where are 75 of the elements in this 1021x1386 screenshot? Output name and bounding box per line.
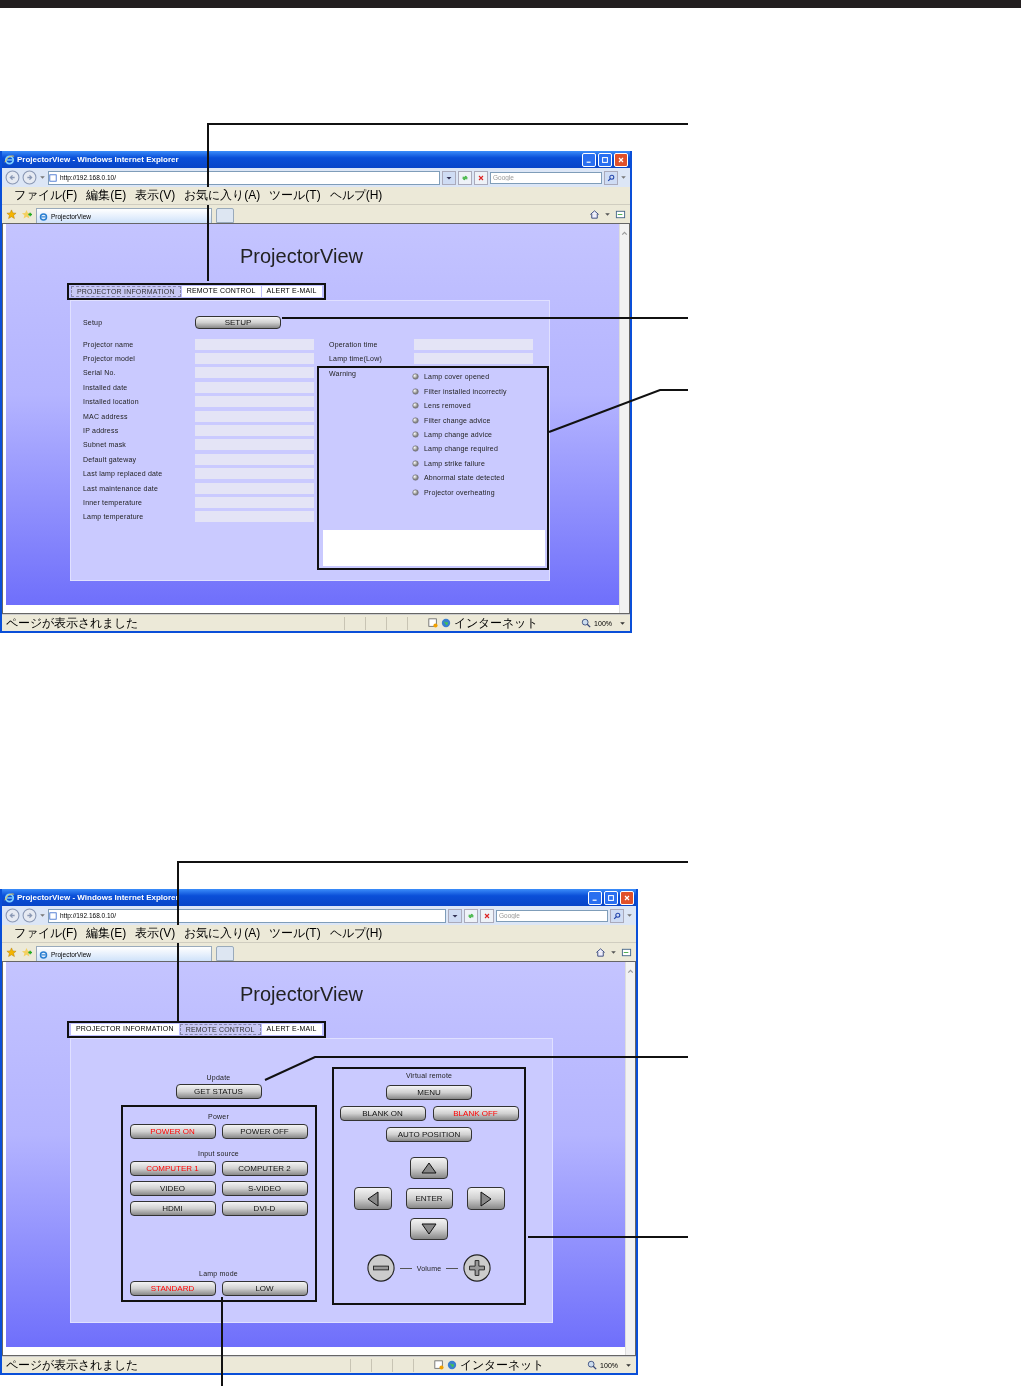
zone-text: インターネット: [460, 1356, 545, 1374]
browser-logo-icon: [4, 154, 15, 165]
triangle-right-icon[interactable]: [478, 1190, 493, 1207]
triangle-up-icon[interactable]: [419, 1162, 439, 1174]
forward-button[interactable]: [22, 170, 37, 185]
page-tools-icon[interactable]: [615, 209, 626, 220]
setup-button[interactable]: SETUP: [195, 315, 281, 329]
browser-logo-icon: [39, 949, 48, 959]
add-favorite-icon[interactable]: [21, 209, 32, 220]
browser-logo-icon: [4, 892, 15, 903]
star-icon[interactable]: [6, 209, 17, 220]
add-favorite-icon[interactable]: [21, 947, 32, 958]
down-arrow-button[interactable]: [410, 1218, 448, 1240]
menu-item[interactable]: 表示(V): [135, 187, 176, 204]
remote-button[interactable]: AUTO POSITION: [386, 1127, 472, 1142]
page-title: ProjectorView: [240, 983, 365, 1007]
zoom-icon[interactable]: [587, 1360, 598, 1370]
scrollbar[interactable]: [625, 962, 635, 1355]
page-icon: [49, 911, 57, 920]
forward-button[interactable]: [22, 908, 37, 923]
menu-item[interactable]: 編集(E): [86, 187, 127, 204]
remote-button[interactable]: MENU: [386, 1085, 472, 1100]
page-title: ProjectorView: [240, 245, 365, 269]
zone-text: インターネット: [454, 614, 539, 632]
zoom-icon[interactable]: [581, 618, 592, 628]
caret-icon[interactable]: [610, 949, 617, 956]
caret-icon[interactable]: [619, 619, 626, 627]
star-icon[interactable]: [6, 947, 17, 958]
scroll-up-icon[interactable]: [626, 967, 635, 976]
warning-icon[interactable]: [428, 618, 439, 628]
window-title: ProjectorView - Windows Internet Explorer: [17, 893, 180, 902]
menu-item[interactable]: お気に入り(A): [184, 925, 261, 942]
volume-up-button[interactable]: [463, 1254, 492, 1282]
input-button[interactable]: S-VIDEO: [221, 1181, 308, 1196]
volume-down-button[interactable]: [366, 1254, 395, 1282]
menu-item[interactable]: ファイル(F): [14, 187, 78, 204]
lamp-mode-button[interactable]: LOW: [221, 1281, 308, 1296]
input-button[interactable]: HDMI: [129, 1201, 216, 1216]
enter-button[interactable]: ENTER: [405, 1188, 453, 1209]
page-tools-icon[interactable]: [621, 947, 632, 958]
back-button[interactable]: [5, 170, 20, 185]
globe-icon: [441, 618, 452, 628]
scroll-up-icon[interactable]: [620, 229, 629, 238]
warning-icon[interactable]: [434, 1360, 445, 1370]
status-text: ページが表示されました: [6, 1356, 138, 1374]
input-button[interactable]: COMPUTER 2: [221, 1161, 308, 1176]
input-button[interactable]: DVI-D: [221, 1201, 308, 1216]
up-arrow-button[interactable]: [410, 1157, 448, 1179]
triangle-left-icon[interactable]: [365, 1190, 380, 1207]
menu-item[interactable]: お気に入り(A): [184, 187, 261, 204]
status-text: ページが表示されました: [6, 614, 138, 632]
get-status-button[interactable]: GET STATUS: [175, 1084, 262, 1099]
power-button[interactable]: POWER OFF: [221, 1124, 308, 1139]
scrollbar[interactable]: [619, 224, 629, 613]
menu-item[interactable]: ヘルプ(H): [329, 187, 383, 204]
home-icon[interactable]: [589, 209, 600, 220]
menu-item[interactable]: ヘルプ(H): [329, 925, 383, 942]
caret-icon[interactable]: [604, 211, 611, 218]
menu-item[interactable]: ファイル(F): [14, 925, 78, 942]
page-icon: [49, 173, 57, 182]
menu-item[interactable]: 表示(V): [135, 925, 176, 942]
input-button[interactable]: VIDEO: [129, 1181, 216, 1196]
left-arrow-button[interactable]: [353, 1187, 392, 1210]
caret-icon[interactable]: [625, 1361, 632, 1369]
triangle-down-icon[interactable]: [419, 1223, 439, 1235]
remote-button[interactable]: BLANK ON: [339, 1106, 426, 1121]
right-arrow-button[interactable]: [466, 1187, 505, 1210]
menu-item[interactable]: 編集(E): [86, 925, 127, 942]
globe-icon: [447, 1360, 458, 1370]
menu-item[interactable]: ツール(T): [269, 187, 321, 204]
window-title: ProjectorView - Windows Internet Explorer: [17, 155, 180, 164]
back-button[interactable]: [5, 908, 20, 923]
menu-item[interactable]: ツール(T): [269, 925, 321, 942]
home-icon[interactable]: [595, 947, 606, 958]
browser-logo-icon: [39, 211, 48, 221]
